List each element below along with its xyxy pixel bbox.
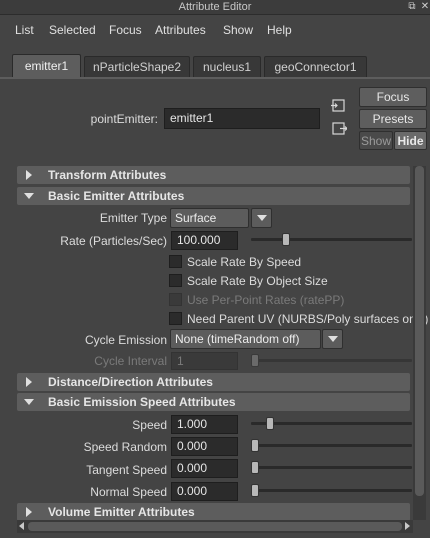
chevron-down-icon	[257, 215, 267, 221]
rate-slider-track[interactable]	[251, 238, 412, 241]
menu-focus[interactable]: Focus	[109, 23, 142, 37]
emitter-type-dropdown-button[interactable]	[251, 208, 272, 228]
emitter-type-label: Emitter Type	[99, 211, 167, 225]
rate-label: Rate (Particles/Sec)	[60, 234, 167, 248]
speed-random-slider-track[interactable]	[251, 444, 412, 447]
speed-random-input[interactable]: 0.000	[171, 437, 238, 456]
tangent-speed-slider-handle[interactable]	[251, 461, 259, 474]
expand-arrow-icon	[26, 377, 32, 387]
normal-speed-slider-track[interactable]	[251, 489, 412, 492]
scale-rate-speed-checkbox[interactable]	[169, 255, 182, 268]
cycle-emission-dropdown[interactable]: None (timeRandom off)	[170, 329, 321, 349]
presets-button[interactable]: Presets	[359, 109, 427, 129]
section-title: Basic Emission Speed Attributes	[48, 395, 236, 409]
menu-selected[interactable]: Selected	[49, 23, 96, 37]
need-parent-uv-checkbox[interactable]	[169, 312, 182, 325]
float-icon[interactable]: ⧉	[406, 1, 418, 13]
speed-input[interactable]: 1.000	[171, 415, 238, 434]
node-tabs: emitter1 nParticleShape2 nucleus1 geoCon…	[0, 52, 430, 78]
title-bar: Attribute Editor ⧉ ✕	[0, 0, 430, 15]
scroll-right-icon[interactable]	[405, 522, 410, 530]
window-title: Attribute Editor	[178, 1, 252, 13]
cycle-emission-dropdown-button[interactable]	[322, 329, 343, 349]
scroll-left-icon[interactable]	[19, 522, 24, 530]
need-parent-uv-label: Need Parent UV (NURBS/Poly surfaces only…	[187, 312, 429, 326]
cycle-interval-slider-handle	[251, 354, 259, 367]
tab-emitter1[interactable]: emitter1	[12, 54, 81, 78]
output-connection-icon[interactable]	[331, 121, 347, 137]
show-button[interactable]: Show	[359, 131, 393, 150]
tangent-speed-slider-track[interactable]	[251, 466, 412, 469]
per-point-rates-label: Use Per-Point Rates (ratePP)	[187, 293, 345, 307]
section-title: Basic Emitter Attributes	[48, 189, 185, 203]
input-connection-icon[interactable]	[331, 98, 347, 114]
section-transform[interactable]: Transform Attributes	[17, 166, 410, 184]
tangent-speed-input[interactable]: 0.000	[171, 459, 238, 478]
speed-label: Speed	[132, 418, 167, 432]
focus-button[interactable]: Focus	[359, 87, 427, 107]
tab-underline	[0, 77, 430, 79]
node-name-field[interactable]: emitter1	[164, 108, 320, 129]
speed-slider-handle[interactable]	[266, 417, 275, 430]
section-basic-emitter[interactable]: Basic Emitter Attributes	[17, 187, 410, 205]
section-basic-emission-speed[interactable]: Basic Emission Speed Attributes	[17, 393, 410, 411]
speed-slider-track[interactable]	[251, 422, 412, 425]
section-distance-direction[interactable]: Distance/Direction Attributes	[17, 373, 410, 391]
cycle-interval-input: 1	[171, 352, 238, 370]
menu-show[interactable]: Show	[223, 23, 253, 37]
horizontal-scrollbar-thumb[interactable]	[28, 522, 402, 531]
vertical-scrollbar-thumb[interactable]	[415, 166, 424, 496]
tab-geoconnector1[interactable]: geoConnector1	[264, 56, 367, 78]
menu-bar: List Selected Focus Attributes Show Help	[0, 16, 430, 44]
tab-nparticleshape2[interactable]: nParticleShape2	[84, 56, 190, 78]
chevron-down-icon	[328, 336, 338, 342]
rate-input[interactable]: 100.000	[171, 231, 238, 250]
collapse-arrow-icon	[24, 399, 34, 405]
scale-rate-object-checkbox[interactable]	[169, 274, 182, 287]
normal-speed-slider-handle[interactable]	[251, 484, 259, 497]
normal-speed-input[interactable]: 0.000	[171, 482, 238, 501]
speed-random-label: Speed Random	[83, 440, 167, 454]
cycle-emission-label: Cycle Emission	[84, 333, 167, 347]
per-point-rates-checkbox	[169, 293, 182, 306]
normal-speed-label: Normal Speed	[90, 485, 167, 499]
rate-slider-handle[interactable]	[281, 233, 290, 246]
section-title: Volume Emitter Attributes	[48, 505, 195, 519]
menu-help[interactable]: Help	[267, 23, 292, 37]
cycle-interval-slider-track	[251, 359, 412, 362]
section-title: Distance/Direction Attributes	[48, 375, 213, 389]
section-title: Transform Attributes	[48, 168, 167, 182]
expand-arrow-icon	[26, 170, 32, 180]
node-type-label: pointEmitter:	[90, 112, 158, 126]
tangent-speed-label: Tangent Speed	[86, 463, 167, 477]
scale-rate-speed-label: Scale Rate By Speed	[187, 255, 302, 269]
scale-rate-object-label: Scale Rate By Object Size	[187, 274, 328, 288]
section-volume-emitter[interactable]: Volume Emitter Attributes	[17, 503, 410, 521]
close-icon[interactable]: ✕	[419, 1, 430, 13]
hide-button[interactable]: Hide	[394, 131, 427, 150]
menu-list[interactable]: List	[15, 23, 34, 37]
speed-random-slider-handle[interactable]	[251, 439, 259, 452]
collapse-arrow-icon	[24, 193, 34, 199]
cycle-interval-label: Cycle Interval	[94, 354, 167, 368]
emitter-type-dropdown[interactable]: Surface	[170, 208, 249, 228]
expand-arrow-icon	[26, 507, 32, 517]
menu-attributes[interactable]: Attributes	[155, 23, 206, 37]
tab-nucleus1[interactable]: nucleus1	[193, 56, 261, 78]
